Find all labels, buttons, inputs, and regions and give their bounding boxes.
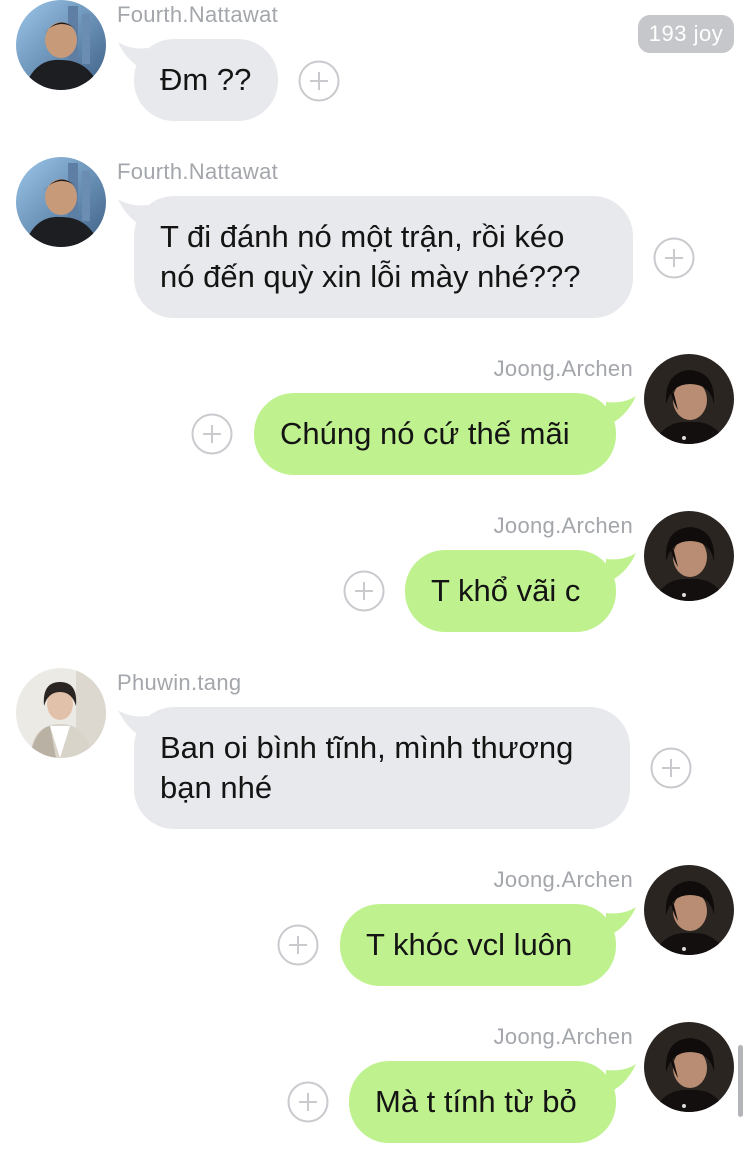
- sender-name: Fourth.Nattawat: [117, 159, 279, 184]
- message-text-line: bạn nhé: [160, 770, 273, 805]
- message-text: Mà t tính từ bỏ: [375, 1084, 577, 1119]
- message-text: T khổ vãi c: [431, 573, 581, 608]
- plus-circle-icon: [277, 924, 319, 966]
- avatar-joong[interactable]: [644, 511, 734, 601]
- sender-name: Fourth.Nattawat: [117, 2, 279, 27]
- add-reaction-button[interactable]: [277, 924, 319, 966]
- message-text: T khóc vcl luôn: [366, 927, 573, 962]
- message-bubble[interactable]: Ban oi bình tĩnh, mình thương bạn nhé: [134, 707, 630, 829]
- avatar-fourth[interactable]: [16, 0, 106, 90]
- add-reaction-button[interactable]: [653, 237, 695, 279]
- plus-circle-icon: [287, 1081, 329, 1123]
- message-bubble[interactable]: Mà t tính từ bỏ: [349, 1061, 616, 1143]
- message-text-line: T đi đánh nó một trận, rồi kéo: [160, 219, 565, 254]
- plus-circle-icon: [191, 413, 233, 455]
- message-text: Đm ??: [160, 62, 252, 97]
- add-reaction-button[interactable]: [298, 60, 340, 102]
- sender-name: Joong.Archen: [493, 513, 633, 538]
- message-text: Chúng nó cứ thế mãi: [280, 416, 570, 451]
- plus-circle-icon: [653, 237, 695, 279]
- sender-name: Joong.Archen: [493, 1024, 633, 1049]
- avatar-joong[interactable]: [644, 865, 734, 955]
- add-reaction-button[interactable]: [287, 1081, 329, 1123]
- message-bubble[interactable]: T khóc vcl luôn: [340, 904, 616, 986]
- sender-name: Phuwin.tang: [117, 670, 242, 695]
- message-text-line: nó đến quỳ xin lỗi mày nhé???: [160, 259, 581, 294]
- joy-count-badge[interactable]: 193 joy: [638, 15, 734, 53]
- message-bubble[interactable]: Chúng nó cứ thế mãi: [254, 393, 616, 475]
- message-bubble[interactable]: T khổ vãi c: [405, 550, 616, 632]
- message-bubble[interactable]: Đm ??: [134, 39, 278, 121]
- message-bubble[interactable]: T đi đánh nó một trận, rồi kéo nó đến qu…: [134, 196, 633, 318]
- add-reaction-button[interactable]: [650, 747, 692, 789]
- scrollbar-thumb[interactable]: [738, 1045, 743, 1117]
- add-reaction-button[interactable]: [191, 413, 233, 455]
- plus-circle-icon: [298, 60, 340, 102]
- avatar-fourth[interactable]: [16, 157, 106, 247]
- plus-circle-icon: [650, 747, 692, 789]
- plus-circle-icon: [343, 570, 385, 612]
- avatar-phuwin[interactable]: [16, 668, 106, 758]
- sender-name: Joong.Archen: [493, 356, 633, 381]
- sender-name: Joong.Archen: [493, 867, 633, 892]
- message-text-line: Ban oi bình tĩnh, mình thương: [160, 730, 574, 765]
- chat-screen: 193 joy Fourth.Nattawat Đm ?? Fourth.Nat…: [0, 0, 750, 1149]
- add-reaction-button[interactable]: [343, 570, 385, 612]
- avatar-joong[interactable]: [644, 354, 734, 444]
- avatar-joong[interactable]: [644, 1022, 734, 1112]
